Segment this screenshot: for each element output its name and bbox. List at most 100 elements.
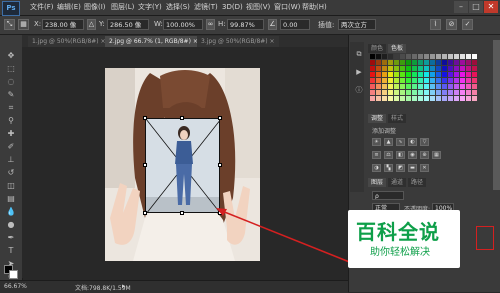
minimize-icon[interactable]: – xyxy=(454,1,468,13)
color-swatch[interactable] xyxy=(454,96,459,101)
color-swatch[interactable] xyxy=(370,96,375,101)
color-swatch[interactable] xyxy=(394,90,399,95)
color-swatch[interactable] xyxy=(472,54,477,59)
color-swatch[interactable] xyxy=(448,60,453,65)
color-swatch[interactable] xyxy=(406,96,411,101)
color-swatch[interactable] xyxy=(442,66,447,71)
color-swatch[interactable] xyxy=(466,66,471,71)
tab-layers[interactable]: 图层 xyxy=(368,178,387,187)
color-swatch[interactable] xyxy=(388,60,393,65)
color-swatch[interactable] xyxy=(466,90,471,95)
color-swatch[interactable] xyxy=(460,54,465,59)
color-swatch[interactable] xyxy=(406,66,411,71)
tab-channels[interactable]: 通道 xyxy=(388,178,407,187)
color-swatch[interactable] xyxy=(448,78,453,83)
color-swatch[interactable] xyxy=(394,66,399,71)
menu-help[interactable]: 帮助(H) xyxy=(302,2,327,13)
tab-document-2[interactable]: 2.jpg @ 66.7% (1, RGB/8#) × xyxy=(105,36,202,47)
color-swatch[interactable] xyxy=(454,84,459,89)
color-swatch[interactable] xyxy=(460,66,465,71)
color-swatch[interactable] xyxy=(442,84,447,89)
color-swatch[interactable] xyxy=(436,84,441,89)
invert-icon[interactable]: ◑ xyxy=(372,164,381,172)
menu-edit[interactable]: 编辑(E) xyxy=(57,2,81,13)
color-swatch[interactable] xyxy=(406,84,411,89)
color-swatch[interactable] xyxy=(406,54,411,59)
color-swatch[interactable] xyxy=(436,66,441,71)
color-swatch[interactable] xyxy=(412,96,417,101)
color-swatch[interactable] xyxy=(376,84,381,89)
color-swatch[interactable] xyxy=(388,72,393,77)
color-swatch[interactable] xyxy=(412,54,417,59)
color-swatch[interactable] xyxy=(424,54,429,59)
color-swatch[interactable] xyxy=(382,72,387,77)
marquee-tool-icon[interactable]: ⬚ xyxy=(4,64,18,73)
color-balance-icon[interactable]: ⚖ xyxy=(384,151,393,159)
color-swatch[interactable] xyxy=(454,60,459,65)
color-swatch[interactable] xyxy=(424,66,429,71)
color-swatch[interactable] xyxy=(412,66,417,71)
color-swatch[interactable] xyxy=(454,90,459,95)
color-swatch[interactable] xyxy=(472,84,477,89)
tab-document-3[interactable]: 3.jpg @ 50%(RGB/8#) × xyxy=(197,36,279,47)
color-swatch[interactable] xyxy=(448,90,453,95)
reference-point-icon[interactable]: ▦ xyxy=(18,19,29,30)
color-swatch[interactable] xyxy=(412,72,417,77)
transform-handle-top-right[interactable] xyxy=(218,116,222,120)
color-swatch[interactable] xyxy=(448,66,453,71)
pen-tool-icon[interactable]: ✒ xyxy=(4,233,18,242)
x-input[interactable]: 238.00 像 xyxy=(42,19,84,30)
color-swatch[interactable] xyxy=(370,60,375,65)
transform-bounding-box[interactable] xyxy=(145,118,220,213)
color-swatch[interactable] xyxy=(424,84,429,89)
color-swatch[interactable] xyxy=(406,72,411,77)
color-swatch[interactable] xyxy=(382,54,387,59)
color-lookup-icon[interactable]: ▦ xyxy=(432,151,441,159)
y-input[interactable]: 286.50 像 xyxy=(107,19,149,30)
color-swatch[interactable] xyxy=(382,96,387,101)
color-swatch[interactable] xyxy=(400,60,405,65)
background-color-swatch[interactable] xyxy=(9,270,18,279)
color-swatch[interactable] xyxy=(412,60,417,65)
posterize-icon[interactable]: ▚ xyxy=(384,164,393,172)
color-swatch[interactable] xyxy=(382,84,387,89)
color-swatch[interactable] xyxy=(418,78,423,83)
status-menu-icon[interactable]: ▸ xyxy=(122,282,126,290)
transform-handle-bottom[interactable] xyxy=(180,211,184,215)
color-swatch[interactable] xyxy=(376,60,381,65)
color-swatch[interactable] xyxy=(442,78,447,83)
color-swatch[interactable] xyxy=(424,78,429,83)
color-swatch[interactable] xyxy=(454,66,459,71)
color-swatch[interactable] xyxy=(418,54,423,59)
color-swatch[interactable] xyxy=(382,60,387,65)
type-tool-icon[interactable]: T xyxy=(4,246,18,255)
color-swatch[interactable] xyxy=(430,72,435,77)
exposure-icon[interactable]: ◐ xyxy=(408,138,417,146)
color-swatch[interactable] xyxy=(448,96,453,101)
interpolation-select[interactable]: 两次立方 xyxy=(338,19,376,30)
color-swatch[interactable] xyxy=(436,72,441,77)
color-swatch[interactable] xyxy=(370,72,375,77)
tab-swatches[interactable]: 色板 xyxy=(388,44,407,53)
color-swatch[interactable] xyxy=(424,96,429,101)
photo-filter-icon[interactable]: ◉ xyxy=(408,151,417,159)
eyedropper-tool-icon[interactable]: ⚲ xyxy=(4,116,18,125)
transform-handle-bottom-left[interactable] xyxy=(143,211,147,215)
color-swatch[interactable] xyxy=(400,90,405,95)
color-swatch[interactable] xyxy=(394,78,399,83)
color-swatch[interactable] xyxy=(442,90,447,95)
transform-handle-top-left[interactable] xyxy=(143,116,147,120)
warp-icon[interactable]: ⌇ xyxy=(430,19,441,30)
color-swatch[interactable] xyxy=(394,96,399,101)
color-swatch[interactable] xyxy=(460,90,465,95)
menu-filter[interactable]: 滤镜(T) xyxy=(194,2,218,13)
color-swatch[interactable] xyxy=(406,60,411,65)
levels-icon[interactable]: ▲ xyxy=(384,138,393,146)
menu-type[interactable]: 文字(Y) xyxy=(138,2,162,13)
transform-tool-icon[interactable]: ⤡ xyxy=(4,19,15,30)
dodge-tool-icon[interactable]: ● xyxy=(4,220,18,229)
color-swatch[interactable] xyxy=(376,72,381,77)
maximize-icon[interactable]: □ xyxy=(469,1,483,13)
color-swatch[interactable] xyxy=(442,72,447,77)
color-swatch[interactable] xyxy=(460,60,465,65)
